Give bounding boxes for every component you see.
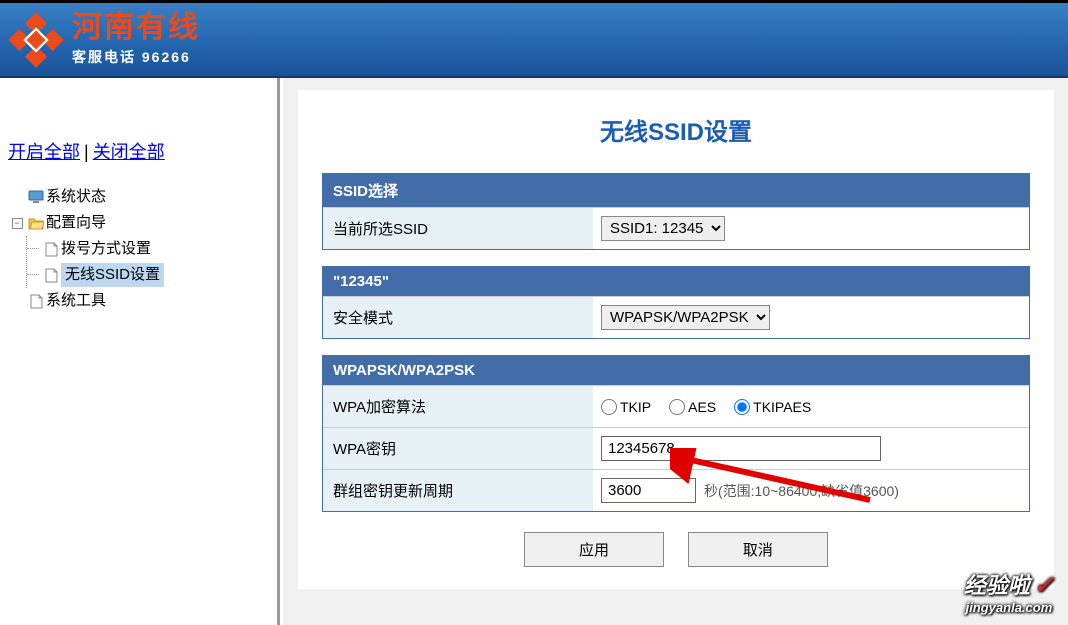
- watermark-url: jingyanla.com: [964, 600, 1054, 615]
- tree-label: 系统工具: [46, 289, 106, 313]
- content-panel: 无线SSID设置 SSID选择 当前所选SSID SSID1: 12345 "1…: [298, 90, 1054, 589]
- radio-tkip-input[interactable]: [601, 399, 617, 415]
- section-header: WPAPSK/WPA2PSK: [323, 356, 1029, 385]
- button-row: 应用 取消: [322, 532, 1030, 567]
- radio-aes[interactable]: AES: [669, 399, 716, 415]
- file-icon: [26, 294, 46, 309]
- security-mode-select[interactable]: WPAPSK/WPA2PSK: [601, 305, 770, 330]
- section-header: "12345": [323, 267, 1029, 296]
- close-all-link[interactable]: 关闭全部: [93, 142, 165, 162]
- wpa-key-label: WPA密钥: [323, 428, 593, 469]
- wpa-key-input[interactable]: [601, 436, 881, 461]
- brand-name: 河南有线: [72, 13, 200, 43]
- rekey-label: 群组密钥更新周期: [323, 470, 593, 511]
- radio-label: AES: [688, 399, 716, 415]
- radio-label: TKIP: [620, 399, 651, 415]
- rekey-hint: 秒(范围:10~86400,缺省值3600): [704, 481, 899, 501]
- tree-label: 拨号方式设置: [61, 237, 151, 261]
- section-ssid-select: SSID选择 当前所选SSID SSID1: 12345: [322, 173, 1030, 250]
- tree-item-config-wizard[interactable]: − 配置向导: [8, 210, 269, 236]
- file-icon: [41, 268, 61, 283]
- nav-tree: 系统状态 − 配置向导 拨号方式设置: [8, 184, 269, 314]
- radio-label: TKIPAES: [753, 399, 811, 415]
- content-area: 无线SSID设置 SSID选择 当前所选SSID SSID1: 12345 "1…: [280, 78, 1068, 625]
- tree-label: 系统状态: [46, 185, 106, 209]
- collapse-icon[interactable]: −: [12, 218, 23, 229]
- security-mode-label: 安全模式: [323, 297, 593, 338]
- section-wpa: WPAPSK/WPA2PSK WPA加密算法 TKIP AES: [322, 355, 1030, 512]
- wpa-algo-radio-group: TKIP AES TKIPAES: [601, 399, 811, 415]
- radio-aes-input[interactable]: [669, 399, 685, 415]
- ssid-select[interactable]: SSID1: 12345: [601, 216, 725, 241]
- current-ssid-label: 当前所选SSID: [323, 208, 593, 249]
- check-icon: ✓: [1034, 572, 1054, 599]
- tree-item-system-tools[interactable]: 系统工具: [8, 288, 269, 314]
- watermark-text: 经验啦: [964, 573, 1030, 598]
- file-icon: [41, 242, 61, 257]
- folder-open-icon: [26, 217, 46, 230]
- header: 河南有线 客服电话 96266: [0, 0, 1068, 78]
- radio-tkip[interactable]: TKIP: [601, 399, 651, 415]
- open-all-link[interactable]: 开启全部: [8, 142, 80, 162]
- tree-item-dial-setting[interactable]: 拨号方式设置: [27, 236, 269, 262]
- page-title: 无线SSID设置: [322, 112, 1030, 147]
- radio-tkipaes-input[interactable]: [734, 399, 750, 415]
- tree-label: 无线SSID设置: [61, 263, 164, 287]
- section-header: SSID选择: [323, 174, 1029, 207]
- logo-icon: [8, 12, 64, 68]
- logo: 河南有线 客服电话 96266: [8, 12, 200, 68]
- sidebar: 开启全部|关闭全部 系统状态 − 配置向导: [0, 78, 280, 625]
- tree-item-wireless-ssid[interactable]: 无线SSID设置: [27, 262, 269, 288]
- sidebar-expand-controls: 开启全部|关闭全部: [8, 138, 269, 164]
- service-phone: 客服电话 96266: [72, 47, 200, 67]
- rekey-input[interactable]: [601, 478, 696, 503]
- cancel-button[interactable]: 取消: [688, 532, 828, 567]
- radio-tkipaes[interactable]: TKIPAES: [734, 399, 811, 415]
- apply-button[interactable]: 应用: [524, 532, 664, 567]
- monitor-icon: [26, 190, 46, 204]
- section-security: "12345" 安全模式 WPAPSK/WPA2PSK: [322, 266, 1030, 339]
- wpa-algo-label: WPA加密算法: [323, 386, 593, 427]
- tree-label: 配置向导: [46, 211, 106, 235]
- tree-item-system-status[interactable]: 系统状态: [8, 184, 269, 210]
- watermark: 经验啦✓ jingyanla.com: [964, 568, 1054, 615]
